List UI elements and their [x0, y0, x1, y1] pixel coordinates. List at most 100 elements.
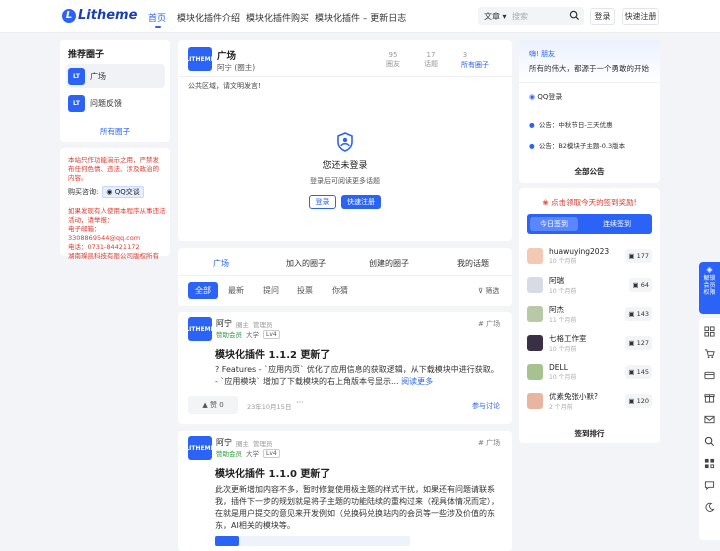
- announcement-item[interactable]: ● 公告：中秋节日-三天优惠: [529, 119, 613, 129]
- post-circle-tag[interactable]: # 广场: [478, 438, 500, 448]
- filter-latest[interactable]: 最新: [222, 282, 250, 299]
- post-excerpt: ? Features - `应用内页` 优化了应用信息的获取逻辑，从下载模块中进…: [215, 365, 499, 386]
- filter-all[interactable]: 全部: [188, 282, 218, 299]
- circle-avatar: LITHEME: [185, 47, 215, 71]
- circle-register-button[interactable]: 快速注册: [341, 195, 381, 209]
- logo-icon: L: [62, 8, 76, 23]
- grid-icon[interactable]: [704, 326, 715, 337]
- card-icon[interactable]: [704, 370, 715, 381]
- qrcode-icon[interactable]: [704, 458, 715, 469]
- purchase-contact: 购买咨询: ◉ QQ交谈: [68, 186, 144, 198]
- author-role: 圈主: [236, 320, 249, 329]
- read-more-link[interactable]: 阅读更多: [401, 377, 433, 386]
- recommended-circles-title: 推荐圈子: [68, 50, 105, 60]
- login-button[interactable]: 登录: [590, 8, 615, 25]
- announcement-item[interactable]: ● 公告：B2模块子主题-0.3版本: [529, 140, 625, 150]
- qq-login[interactable]: ◉ QQ登录: [529, 92, 562, 102]
- qq-chat-button[interactable]: ◉ QQ交谈: [102, 186, 144, 198]
- like-button[interactable]: ▲ 赞 0: [188, 396, 238, 414]
- tab-joined[interactable]: 加入的圈子: [286, 258, 326, 269]
- rank-score: ▣ 120: [625, 394, 652, 408]
- rank-time: 2 个月前: [549, 404, 573, 411]
- nav-plugin-buy[interactable]: 模块化插件购买: [246, 11, 309, 24]
- site-notice-card: 本站只作功能演示之用，严禁发布任何色情、违法、涉及政治的内容。 购买咨询: ◉ …: [60, 148, 170, 260]
- ranking-row[interactable]: 阿瑞 10 个月前 ▣ 64: [527, 275, 652, 295]
- site-notice-text: 本站只作功能演示之用，严禁发布任何色情、违法、涉及政治的内容。: [68, 156, 159, 182]
- qq-icon: ◉: [529, 93, 536, 101]
- search-icon[interactable]: [704, 436, 715, 447]
- unlock-member-button[interactable]: ◈ 解锁会员权限: [699, 262, 720, 314]
- search-icon[interactable]: [569, 10, 580, 21]
- rank-score: ▣ 143: [625, 307, 652, 321]
- author-avatar[interactable]: LITHEME: [185, 317, 215, 341]
- rank-name: 七格工作室: [549, 334, 587, 343]
- thumb-up-icon: ▲: [202, 401, 208, 409]
- author-role: 管理员: [253, 439, 273, 448]
- ranking-row[interactable]: 阿杰 11 个月前 ▣ 143: [527, 304, 652, 324]
- company-line: 电子邮箱：3308869544@qq.com: [68, 225, 141, 242]
- register-button[interactable]: 快速注册: [622, 8, 659, 25]
- rank-name: huawuying2023: [549, 247, 610, 256]
- search-input[interactable]: 搜索: [512, 11, 528, 22]
- nav-home[interactable]: 首页: [148, 11, 166, 24]
- streak-signin-button[interactable]: 连续签到: [603, 219, 631, 229]
- filter-icon: ⊽: [478, 287, 484, 295]
- site-logo[interactable]: L Litheme: [62, 8, 137, 23]
- today-signin-button[interactable]: 今日签到: [530, 217, 578, 231]
- user-avatar: [527, 393, 543, 409]
- tab-plaza[interactable]: 广场: [213, 258, 229, 269]
- moon-icon[interactable]: [704, 502, 715, 513]
- filter-vote[interactable]: 投票: [291, 282, 319, 299]
- nav-plugin-intro[interactable]: 模块化插件介绍: [177, 11, 240, 24]
- ranking-row[interactable]: DELL 10 个月前 ▣ 145: [527, 362, 652, 382]
- cart-icon[interactable]: [704, 348, 715, 359]
- embed-bar: [215, 536, 239, 546]
- search-box[interactable]: 文章 ▾ 搜索: [478, 7, 584, 25]
- post-title[interactable]: 模块化插件 1.1.0 更新了: [215, 465, 330, 480]
- circle-owner: 阿宁 (圈主): [217, 63, 256, 72]
- signin-banner[interactable]: ❀ 点击领取今天的签到奖励!: [519, 197, 660, 208]
- filter-guess[interactable]: 你猜: [326, 282, 354, 299]
- search-category-select[interactable]: 文章 ▾: [484, 11, 507, 22]
- rank-score: ▣ 177: [625, 249, 652, 263]
- ranking-row[interactable]: 七格工作室 10 个月前 ▣ 127: [527, 333, 652, 353]
- all-circles-link[interactable]: 所有圈子: [60, 126, 170, 137]
- author-name[interactable]: 阿宁: [216, 318, 232, 329]
- post-card[interactable]: LITHEME 阿宁 圈主 管理员 赞助会员 大学 Lv4 # 广场 模块化插件…: [178, 431, 512, 551]
- all-announcements-link[interactable]: 全部公告: [519, 166, 660, 177]
- circle-item-plaza[interactable]: LT 广场: [66, 64, 165, 88]
- circle-login-button[interactable]: 登录: [309, 195, 336, 209]
- author-badges: 赞助会员 大学 Lv4: [216, 329, 280, 339]
- rank-time: 10 个月前: [549, 288, 577, 295]
- ranking-row[interactable]: huawuying2023 10 个月前 ▣ 177: [527, 246, 652, 266]
- tab-my-topics[interactable]: 我的话题: [457, 258, 489, 269]
- gift-icon[interactable]: [704, 392, 715, 403]
- user-avatar: [527, 248, 543, 264]
- author-avatar[interactable]: LITHEME: [185, 436, 215, 460]
- filter-question[interactable]: 提问: [257, 282, 285, 299]
- coin-icon: ▣: [628, 368, 635, 376]
- chat-icon[interactable]: [704, 480, 715, 491]
- post-title[interactable]: 模块化插件 1.1.2 更新了: [215, 346, 330, 361]
- author-role: 圈主: [236, 439, 249, 448]
- mail-icon[interactable]: [704, 414, 715, 425]
- more-icon[interactable]: ···: [296, 398, 304, 407]
- recommended-circles-card: 推荐圈子 LT 广场 LT 问题反馈 所有圈子: [60, 40, 170, 142]
- filter-link[interactable]: ⊽ 筛选: [478, 286, 499, 296]
- post-embed: [215, 536, 410, 546]
- post-card[interactable]: LITHEME 阿宁 圈主 管理员 赞助会员 大学 Lv4 # 广场 模块化插件…: [178, 312, 512, 424]
- all-circles-header-link[interactable]: 所有圈子: [461, 60, 489, 70]
- author-name[interactable]: 阿宁: [216, 437, 232, 448]
- rank-score: ▣ 127: [625, 336, 652, 350]
- circle-item-feedback[interactable]: LT 问题反馈: [66, 91, 165, 115]
- school-label: 大学: [246, 450, 259, 458]
- post-circle-tag[interactable]: # 广场: [478, 319, 500, 329]
- ranking-row[interactable]: 优素兔张小默? 2 个月前 ▣ 120: [527, 391, 652, 411]
- welcome-card: 嗨! 朋友 所有的伟大，都源于一个勇敢的开始 ◉ QQ登录 ● 公告：中秋节日-…: [519, 40, 660, 183]
- member-label: 解锁会员权限: [703, 275, 716, 296]
- coin-icon: ▣: [628, 339, 635, 347]
- join-discussion-link[interactable]: 参与讨论: [472, 401, 500, 411]
- signin-ranking-link[interactable]: 签到排行: [519, 428, 660, 439]
- tab-created[interactable]: 创建的圈子: [369, 258, 409, 269]
- nav-changelog[interactable]: 模块化插件 – 更新日志: [315, 11, 406, 24]
